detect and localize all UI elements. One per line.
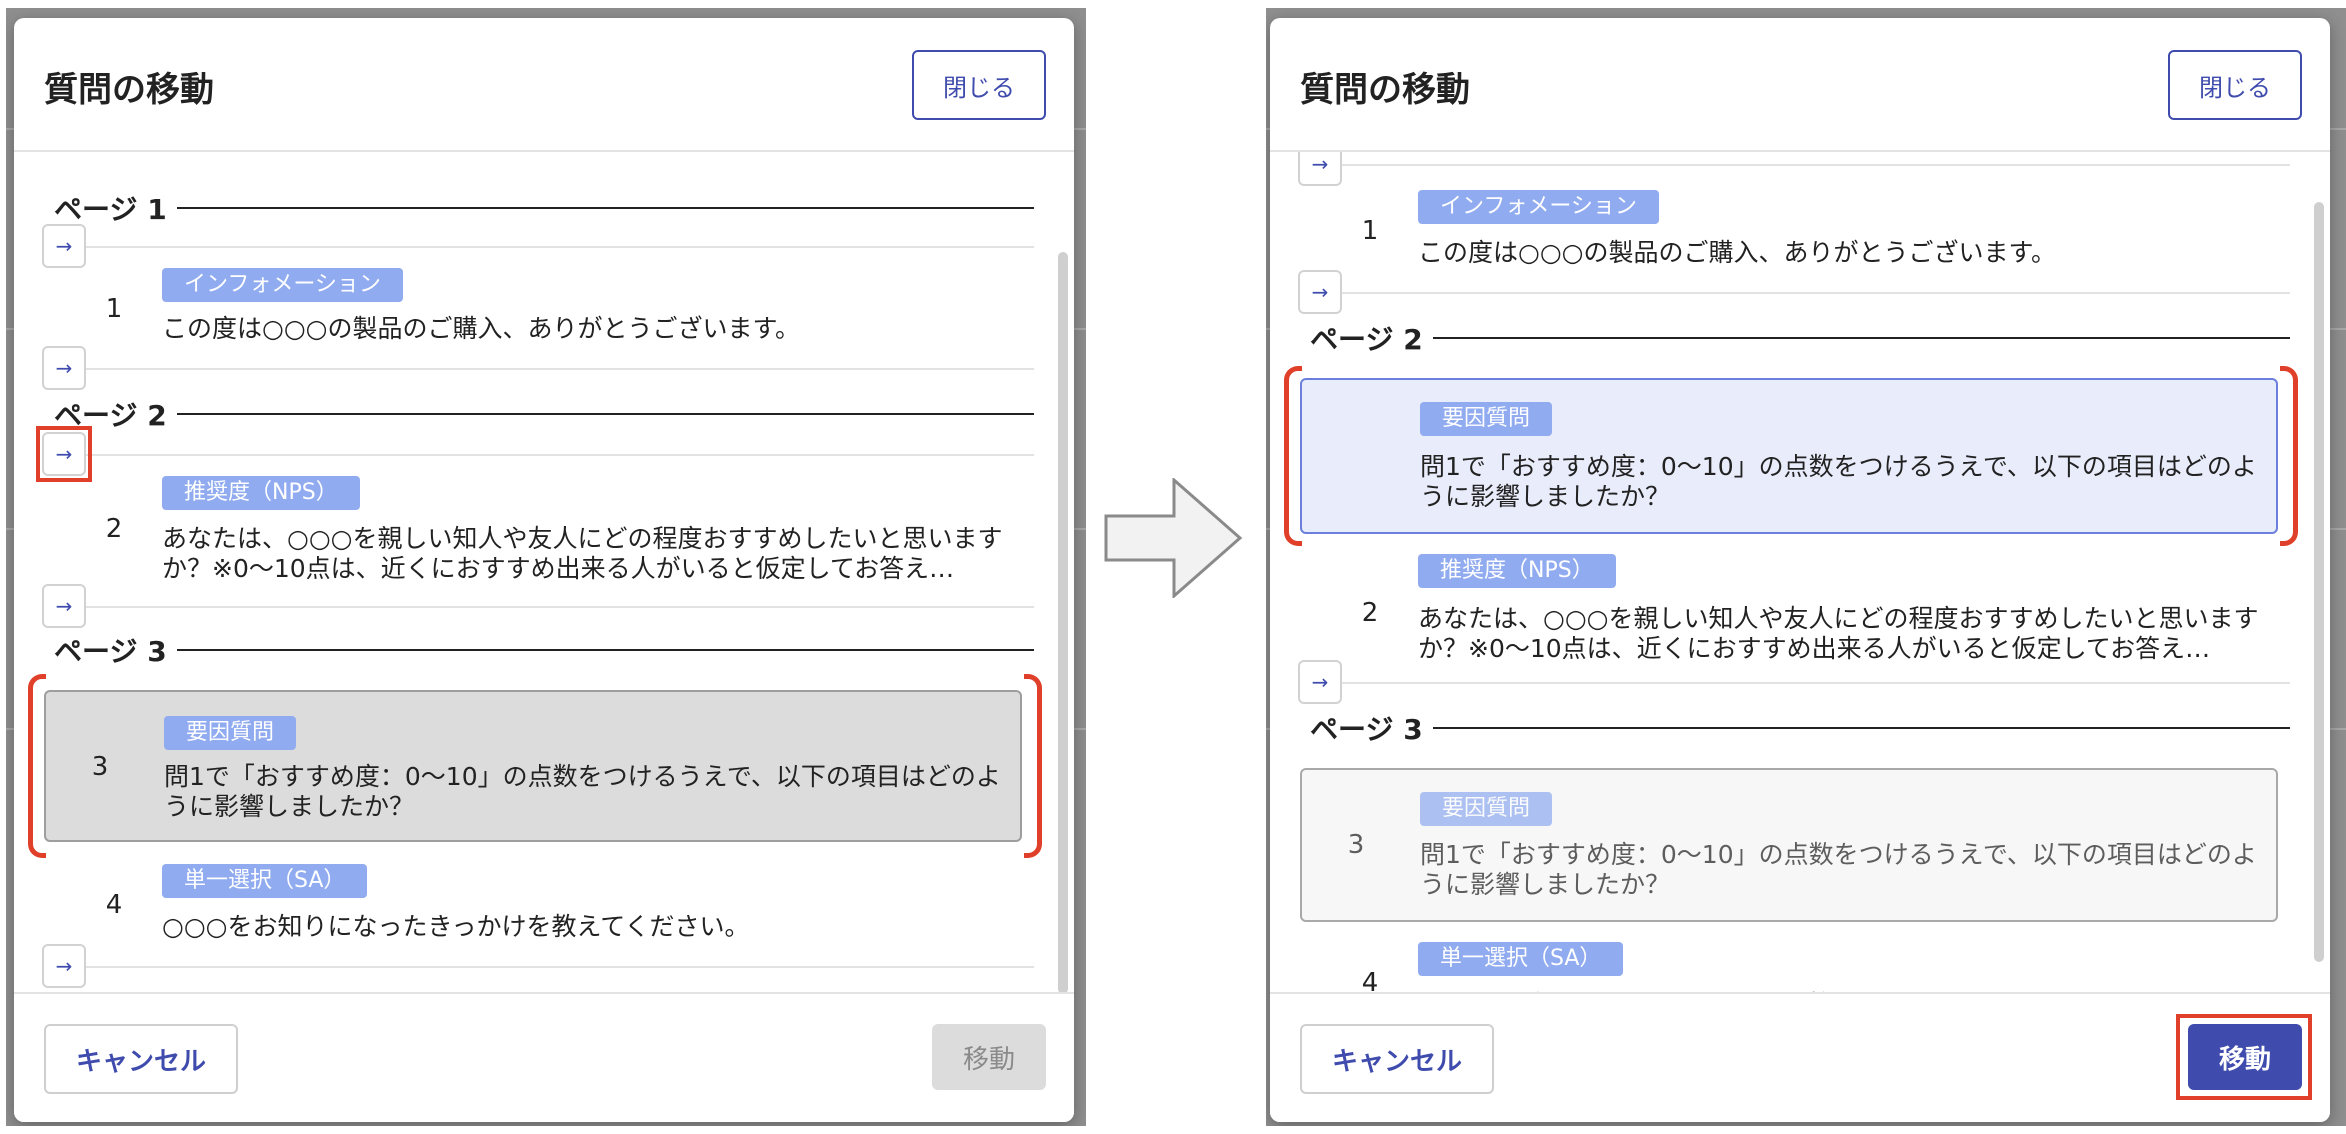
drop-zone-line: [1298, 164, 2290, 166]
question-type-badge: 推奨度（NPS）: [162, 476, 360, 510]
question-item-3-selected[interactable]: 3 要因質問 問1で「おすすめ度：0〜10」の点数をつけるうえで、以下の項目はど…: [44, 690, 1022, 842]
question-type-badge: 要因質問: [1420, 792, 1553, 826]
question-type-badge: 推奨度（NPS）: [1418, 554, 1616, 588]
page-header-2: ページ 2: [1310, 318, 2290, 358]
scrollbar[interactable]: [2314, 202, 2324, 962]
move-here-button[interactable]: →: [1298, 152, 1342, 186]
drop-zone-line: [42, 606, 1034, 608]
move-question-dialog: 質問の移動 閉じる → 1 インフォメーション この度は○○○の製品のご購入、あ…: [1270, 18, 2330, 1122]
dialog-body: → 1 インフォメーション この度は○○○の製品のご購入、ありがとうございます。…: [1270, 152, 2330, 992]
move-here-button[interactable]: →: [42, 224, 86, 268]
question-number: 4: [1361, 968, 1379, 992]
question-text: この度は○○○の製品のご購入、ありがとうございます。: [162, 314, 800, 343]
arrow-right-icon: →: [1311, 670, 1329, 694]
scrollbar[interactable]: [1058, 252, 1068, 992]
drop-zone-line: [42, 454, 1034, 456]
page-rule: [176, 207, 1034, 209]
dialog-title: 質問の移動: [1300, 70, 1470, 110]
arrow-right-icon: →: [55, 234, 73, 258]
close-button[interactable]: 閉じる: [2168, 50, 2302, 120]
arrow-right-icon: →: [1311, 152, 1329, 176]
close-button[interactable]: 閉じる: [912, 50, 1046, 120]
cancel-button[interactable]: キャンセル: [44, 1024, 238, 1094]
page-header-2: ページ 2: [54, 394, 1034, 434]
drop-zone-line: [42, 368, 1034, 370]
big-right-arrow-icon: [1104, 478, 1243, 598]
question-type-badge: インフォメーション: [162, 268, 403, 302]
dialog-footer: キャンセル 移動: [1270, 992, 2330, 1122]
page-rule: [176, 413, 1034, 415]
question-text: ○○○をお知りになったきっかけを教えてください。: [162, 912, 750, 941]
move-here-button[interactable]: →: [42, 944, 86, 988]
highlight-bracket-right: [2280, 366, 2298, 546]
question-number: 3: [1347, 830, 1365, 860]
arrow-right-icon: →: [1311, 280, 1329, 304]
question-type-badge: 単一選択（SA）: [162, 864, 368, 898]
drop-zone-line: [1298, 292, 2290, 294]
question-number: 2: [105, 514, 123, 544]
page-header-3: ページ 3: [54, 630, 1034, 670]
arrow-right-icon: →: [55, 356, 73, 380]
page-header-3: ページ 3: [1310, 708, 2290, 748]
page-label-1: ページ 1: [54, 193, 167, 226]
question-number: 4: [105, 890, 123, 920]
question-text: 問1で「おすすめ度：0〜10」の点数をつけるうえで、以下の項目はどのように影響し…: [164, 762, 1001, 821]
dialog-body: ページ 1 → 1 インフォメーション この度は○○○の製品のご購入、ありがとう…: [14, 152, 1074, 992]
move-here-button[interactable]: →: [42, 584, 86, 628]
arrow-right-icon: →: [55, 594, 73, 618]
question-item-moved[interactable]: 要因質問 問1で「おすすめ度：0〜10」の点数をつけるうえで、以下の項目はどのよ…: [1300, 378, 2278, 534]
move-here-button[interactable]: →: [1298, 270, 1342, 314]
question-number: 1: [1361, 216, 1379, 246]
question-item-3-placeholder: 3 要因質問 問1で「おすすめ度：0〜10」の点数をつけるうえで、以下の項目はど…: [1300, 768, 2278, 922]
left-screenshot-panel: 質問の移動 閉じる ページ 1 → 1 インフォメーション この度は○○○の製品…: [6, 8, 1086, 1126]
move-button-disabled[interactable]: 移動: [932, 1024, 1046, 1090]
question-text: あなたは、○○○を親しい知人や友人にどの程度おすすめしたいと思いますか？※0〜1…: [1418, 604, 2259, 663]
question-text: この度は○○○の製品のご購入、ありがとうございます。: [1418, 238, 2056, 267]
page-label-3: ページ 3: [1310, 713, 1423, 746]
question-type-badge: 単一選択（SA）: [1418, 942, 1624, 976]
page-rule: [1432, 727, 2290, 729]
question-text: あなたは、○○○を親しい知人や友人にどの程度おすすめしたいと思いますか？※0〜1…: [162, 524, 1003, 583]
question-text: 問1で「おすすめ度：0〜10」の点数をつけるうえで、以下の項目はどのように影響し…: [1420, 452, 2257, 511]
page-rule: [176, 649, 1034, 651]
question-number: 2: [1361, 598, 1379, 628]
question-number: 1: [105, 294, 123, 324]
page-rule: [1432, 337, 2290, 339]
dialog-header: 質問の移動 閉じる: [14, 18, 1074, 152]
question-type-badge: 要因質問: [1420, 402, 1553, 436]
question-number: 3: [91, 752, 109, 782]
question-text: 問1で「おすすめ度：0〜10」の点数をつけるうえで、以下の項目はどのように影響し…: [1420, 840, 2257, 899]
highlight-box: [36, 426, 92, 482]
highlight-box: [2176, 1014, 2312, 1100]
dialog-header: 質問の移動 閉じる: [1270, 18, 2330, 152]
page-label-3: ページ 3: [54, 635, 167, 668]
highlight-bracket-right: [1024, 674, 1042, 858]
drop-zone-line: [42, 966, 1034, 968]
dialog-title: 質問の移動: [44, 70, 214, 110]
arrow-right-icon: →: [55, 954, 73, 978]
question-type-badge: インフォメーション: [1418, 190, 1659, 224]
move-here-button[interactable]: →: [1298, 660, 1342, 704]
drop-zone-line: [42, 246, 1034, 248]
right-screenshot-panel: 質問の移動 閉じる → 1 インフォメーション この度は○○○の製品のご購入、あ…: [1266, 8, 2346, 1126]
cancel-button[interactable]: キャンセル: [1300, 1024, 1494, 1094]
drop-zone-line: [1298, 682, 2290, 684]
question-type-badge: 要因質問: [164, 716, 297, 750]
move-question-dialog: 質問の移動 閉じる ページ 1 → 1 インフォメーション この度は○○○の製品…: [14, 18, 1074, 1122]
move-here-button[interactable]: →: [42, 346, 86, 390]
page-header-1: ページ 1: [54, 188, 1034, 228]
page-label-2: ページ 2: [1310, 323, 1423, 356]
dialog-footer: キャンセル 移動: [14, 992, 1074, 1122]
